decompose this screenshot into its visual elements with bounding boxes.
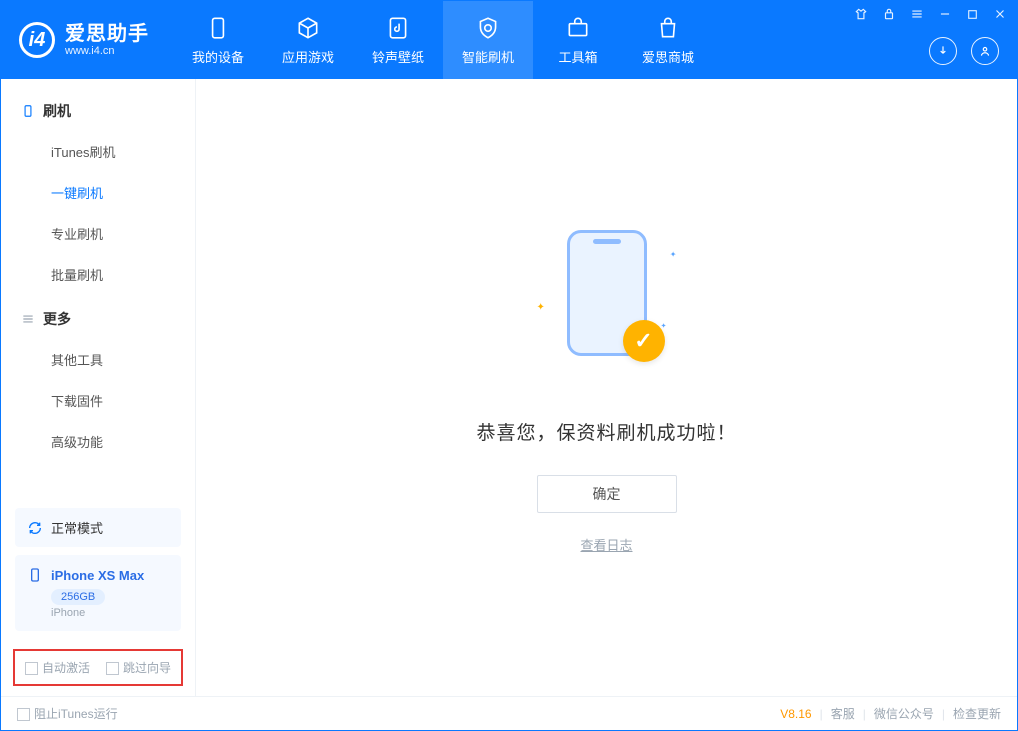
window-controls xyxy=(854,7,1007,21)
sidebar-item-pro-flash[interactable]: 专业刷机 xyxy=(1,213,195,254)
mode-label: 正常模式 xyxy=(51,518,103,537)
toolbox-icon xyxy=(565,15,591,41)
tab-store[interactable]: 爱思商城 xyxy=(623,1,713,79)
app-name: 爱思助手 xyxy=(65,23,149,45)
app-url: www.i4.cn xyxy=(65,45,149,57)
maximize-icon[interactable] xyxy=(966,8,979,21)
sidebar: 刷机 iTunes刷机 一键刷机 专业刷机 批量刷机 更多 其他工具 下载固件 … xyxy=(1,79,196,696)
download-icon xyxy=(936,44,950,58)
checkbox-label: 阻止iTunes运行 xyxy=(34,707,118,721)
checkbox-icon xyxy=(106,662,119,675)
tab-label: 应用游戏 xyxy=(282,47,334,66)
tab-label: 智能刷机 xyxy=(462,47,514,66)
account-button[interactable] xyxy=(971,37,999,65)
menu-icon[interactable] xyxy=(910,7,924,21)
success-message: 恭喜您，保资料刷机成功啦！ xyxy=(476,418,736,445)
support-link[interactable]: 客服 xyxy=(831,705,855,722)
sidebar-item-onekey-flash[interactable]: 一键刷机 xyxy=(1,172,195,213)
app-window: i4 爱思助手 www.i4.cn 我的设备 应用游戏 铃声壁纸 智能刷机 xyxy=(0,0,1018,731)
tab-label: 我的设备 xyxy=(192,47,244,66)
phone-icon xyxy=(205,15,231,41)
checkbox-icon xyxy=(25,662,38,675)
tab-label: 铃声壁纸 xyxy=(372,47,424,66)
mode-card[interactable]: 正常模式 xyxy=(15,508,181,547)
sidebar-header-label: 刷机 xyxy=(43,101,71,121)
sparkle-icon: ✦ xyxy=(537,302,545,313)
logo[interactable]: i4 爱思助手 www.i4.cn xyxy=(1,1,173,79)
device-name: iPhone XS Max xyxy=(51,568,144,583)
user-icon xyxy=(978,44,992,58)
checkbox-label: 跳过向导 xyxy=(123,661,171,675)
lock-icon[interactable] xyxy=(882,7,896,21)
titlebar-actions xyxy=(929,37,999,65)
device-card[interactable]: iPhone XS Max 256GB iPhone xyxy=(15,555,181,631)
statusbar: 阻止iTunes运行 V8.16 | 客服 | 微信公众号 | 检查更新 xyxy=(1,696,1017,730)
sidebar-group-flash: 刷机 iTunes刷机 一键刷机 专业刷机 批量刷机 xyxy=(1,91,195,299)
sidebar-item-other-tools[interactable]: 其他工具 xyxy=(1,339,195,380)
view-log-link[interactable]: 查看日志 xyxy=(580,535,632,554)
sidebar-item-download-firmware[interactable]: 下载固件 xyxy=(1,380,195,421)
download-button[interactable] xyxy=(929,37,957,65)
sidebar-item-advanced[interactable]: 高级功能 xyxy=(1,421,195,462)
skip-guide-checkbox[interactable]: 跳过向导 xyxy=(106,659,171,676)
list-icon xyxy=(21,312,35,326)
phone-icon xyxy=(27,567,43,583)
flash-options: 自动激活 跳过向导 xyxy=(13,649,183,686)
tab-toolbox[interactable]: 工具箱 xyxy=(533,1,623,79)
shirt-icon[interactable] xyxy=(854,7,868,21)
cube-icon xyxy=(295,15,321,41)
tab-apps-games[interactable]: 应用游戏 xyxy=(263,1,353,79)
minimize-icon[interactable] xyxy=(938,7,952,21)
sidebar-header-label: 更多 xyxy=(43,309,71,329)
checkbox-label: 自动激活 xyxy=(42,661,90,675)
version-label: V8.16 xyxy=(780,707,811,721)
checkbox-icon xyxy=(17,708,30,721)
stop-itunes-checkbox[interactable]: 阻止iTunes运行 xyxy=(17,705,118,722)
main-tabs: 我的设备 应用游戏 铃声壁纸 智能刷机 工具箱 爱思商城 xyxy=(173,1,713,79)
titlebar: i4 爱思助手 www.i4.cn 我的设备 应用游戏 铃声壁纸 智能刷机 xyxy=(1,1,1017,79)
sidebar-group-more: 更多 其他工具 下载固件 高级功能 xyxy=(1,299,195,466)
device-icon xyxy=(21,104,35,118)
body: 刷机 iTunes刷机 一键刷机 专业刷机 批量刷机 更多 其他工具 下载固件 … xyxy=(1,79,1017,696)
sidebar-header-more: 更多 xyxy=(1,299,195,339)
main-content: ✓ ✦ ✦ ✦ 恭喜您，保资料刷机成功啦！ 确定 查看日志 xyxy=(196,79,1017,696)
refresh-shield-icon xyxy=(475,15,501,41)
sidebar-item-batch-flash[interactable]: 批量刷机 xyxy=(1,254,195,295)
refresh-icon xyxy=(27,520,43,536)
tab-label: 工具箱 xyxy=(558,47,597,66)
sidebar-header-flash: 刷机 xyxy=(1,91,195,131)
tab-label: 爱思商城 xyxy=(642,47,694,66)
check-update-link[interactable]: 检查更新 xyxy=(953,705,1001,722)
sparkle-icon: ✦ xyxy=(661,322,667,330)
wechat-link[interactable]: 微信公众号 xyxy=(874,705,934,722)
ok-button[interactable]: 确定 xyxy=(537,475,677,513)
check-badge-icon: ✓ xyxy=(623,320,665,362)
tab-my-device[interactable]: 我的设备 xyxy=(173,1,263,79)
bag-icon xyxy=(655,15,681,41)
auto-activate-checkbox[interactable]: 自动激活 xyxy=(25,659,90,676)
sparkle-icon: ✦ xyxy=(670,250,677,259)
device-platform: iPhone xyxy=(51,607,169,619)
success-illustration: ✓ ✦ ✦ ✦ xyxy=(517,222,697,392)
close-icon[interactable] xyxy=(993,7,1007,21)
tab-ringtone-wallpaper[interactable]: 铃声壁纸 xyxy=(353,1,443,79)
sidebar-item-itunes-flash[interactable]: iTunes刷机 xyxy=(1,131,195,172)
logo-icon: i4 xyxy=(19,22,55,58)
device-capacity: 256GB xyxy=(51,589,105,605)
tab-smart-flash[interactable]: 智能刷机 xyxy=(443,1,533,79)
music-file-icon xyxy=(385,15,411,41)
